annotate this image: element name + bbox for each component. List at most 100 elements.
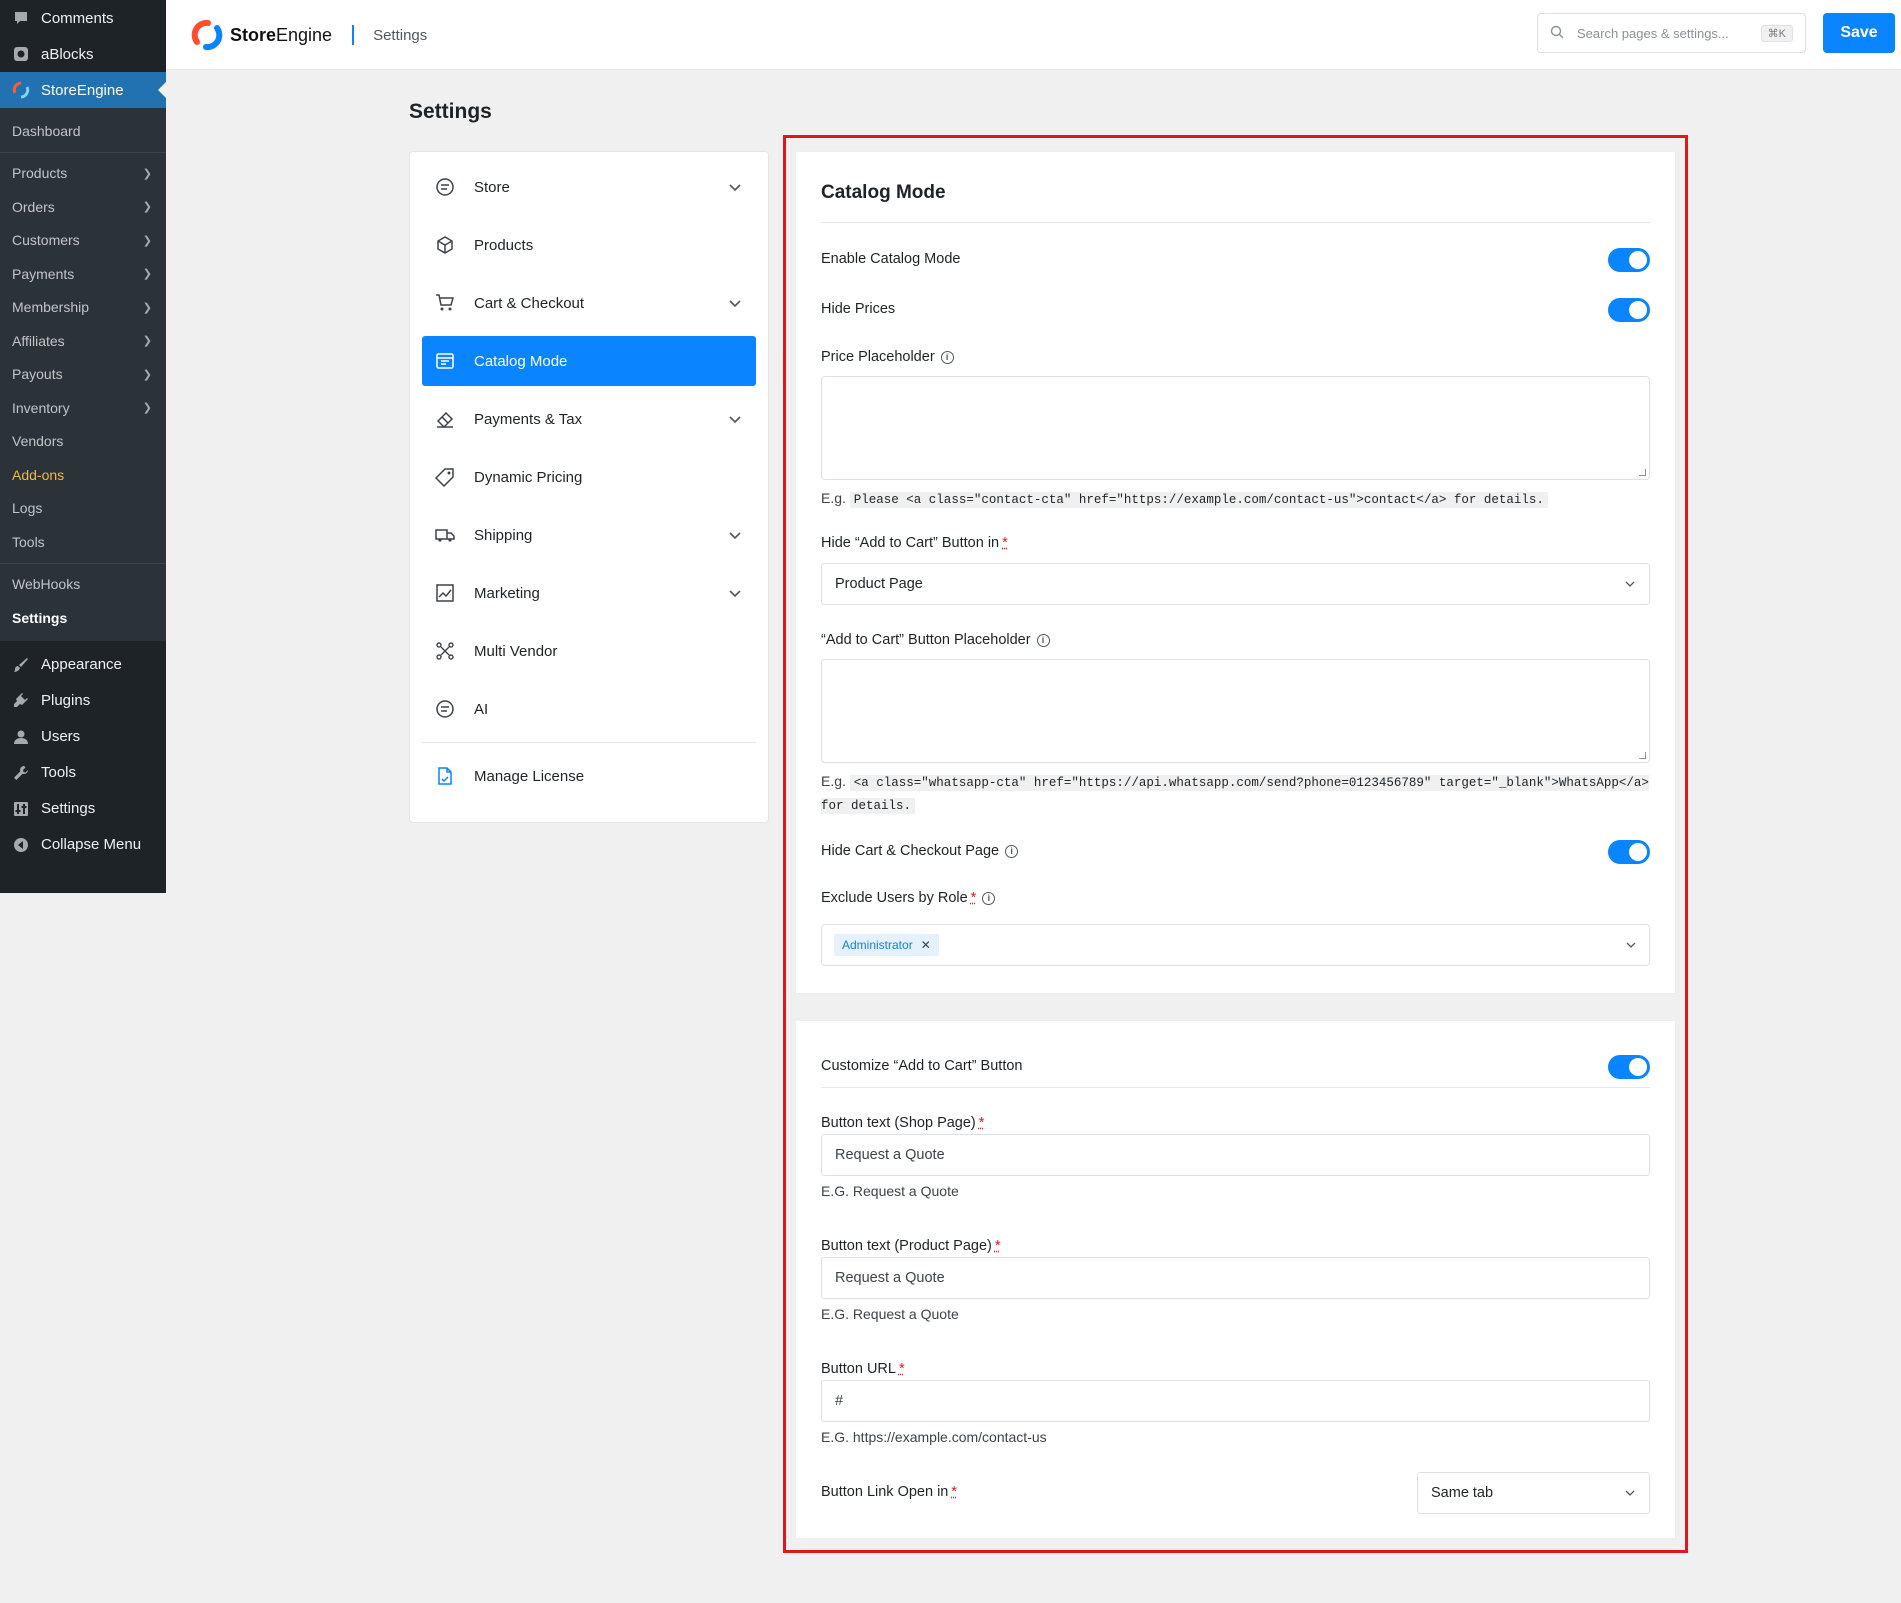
hide-cart-toggle[interactable] bbox=[1608, 840, 1650, 864]
brand-name: StoreEngine bbox=[230, 24, 333, 45]
customize-divider bbox=[821, 1087, 1650, 1088]
info-icon[interactable]: i bbox=[982, 891, 996, 905]
chevron-down-icon[interactable] bbox=[726, 178, 744, 196]
submenu-payouts[interactable]: Payouts ❯ bbox=[0, 358, 166, 392]
submenu-inventory-label: Inventory bbox=[12, 399, 70, 416]
nav-manage-license[interactable]: Manage License bbox=[422, 751, 756, 801]
menu-appearance[interactable]: Appearance bbox=[0, 647, 166, 683]
nav-store-label: Store bbox=[474, 178, 510, 196]
menu-comments-label: Comments bbox=[41, 9, 114, 27]
nav-store[interactable]: Store bbox=[422, 162, 756, 212]
atc-placeholder-textarea[interactable] bbox=[821, 659, 1650, 763]
button-url-hint: E.G. https://example.com/contact-us bbox=[821, 1429, 1047, 1445]
customize-atc-toggle[interactable] bbox=[1608, 1055, 1650, 1079]
submenu-membership[interactable]: Membership ❯ bbox=[0, 291, 166, 325]
ablocks-icon bbox=[12, 45, 30, 63]
menu-tools[interactable]: Tools bbox=[0, 755, 166, 791]
nav-products[interactable]: Products bbox=[422, 220, 756, 270]
page-title: Settings bbox=[409, 100, 492, 123]
hide-prices-toggle[interactable] bbox=[1608, 298, 1650, 322]
menu-comments[interactable]: Comments bbox=[0, 0, 166, 36]
role-tag: Administrator ✕ bbox=[834, 934, 939, 956]
chevron-down-icon[interactable] bbox=[726, 294, 744, 312]
submenu-vendors-label: Vendors bbox=[12, 433, 64, 450]
submenu-addons[interactable]: Add-ons bbox=[0, 458, 166, 492]
nav-dynamic-pricing[interactable]: Dynamic Pricing bbox=[422, 452, 756, 502]
submenu-payments[interactable]: Payments ❯ bbox=[0, 257, 166, 291]
submenu-membership-label: Membership bbox=[12, 299, 90, 316]
required-mark: * bbox=[978, 1115, 985, 1131]
save-button[interactable]: Save bbox=[1823, 13, 1895, 53]
nav-payments-tax[interactable]: Payments & Tax bbox=[422, 394, 756, 444]
store-icon bbox=[434, 176, 456, 198]
chevron-down-icon[interactable] bbox=[726, 526, 744, 544]
link-open-value: Same tab bbox=[1431, 1485, 1494, 1501]
nav-products-label: Products bbox=[474, 236, 534, 254]
exclude-users-select[interactable]: Administrator ✕ bbox=[821, 924, 1650, 966]
info-icon[interactable]: i bbox=[1005, 844, 1019, 858]
nav-shipping[interactable]: Shipping bbox=[422, 510, 756, 560]
menu-storeengine-label: StoreEngine bbox=[41, 81, 124, 99]
submenu-affiliates[interactable]: Affiliates ❯ bbox=[0, 324, 166, 358]
settings-nav: Store Products Cart & Checkout Catalog M… bbox=[409, 151, 769, 823]
hide-atc-select[interactable]: Product Page bbox=[821, 563, 1650, 605]
collapse-menu[interactable]: Collapse Menu bbox=[0, 827, 166, 863]
nav-cart-checkout[interactable]: Cart & Checkout bbox=[422, 278, 756, 328]
search-input[interactable]: Search pages & settings... ⌘K bbox=[1537, 13, 1806, 53]
breadcrumb-page: Settings bbox=[373, 26, 428, 44]
submenu-logs[interactable]: Logs bbox=[0, 492, 166, 526]
submenu-vendors[interactable]: Vendors bbox=[0, 425, 166, 459]
nav-divider bbox=[422, 742, 756, 743]
product-text-hint: E.G. Request a Quote bbox=[821, 1306, 959, 1322]
product-text-label: Button text (Product Page) * bbox=[821, 1238, 1001, 1254]
chevron-down-icon[interactable] bbox=[726, 410, 744, 428]
menu-ablocks[interactable]: aBlocks bbox=[0, 36, 166, 72]
required-mark: * bbox=[1002, 535, 1008, 551]
link-open-select[interactable]: Same tab bbox=[1417, 1472, 1650, 1514]
submenu-inventory[interactable]: Inventory ❯ bbox=[0, 391, 166, 425]
menu-storeengine[interactable]: StoreEngine bbox=[0, 72, 166, 108]
nav-ai[interactable]: AI bbox=[422, 684, 756, 734]
button-url-input[interactable]: # bbox=[821, 1380, 1650, 1422]
product-text-input[interactable]: Request a Quote bbox=[821, 1257, 1650, 1299]
submenu-settings[interactable]: Settings bbox=[0, 601, 166, 635]
info-icon[interactable]: i bbox=[1036, 633, 1050, 647]
nav-payments-tax-label: Payments & Tax bbox=[474, 410, 583, 428]
menu-plugins[interactable]: Plugins bbox=[0, 683, 166, 719]
price-placeholder-textarea[interactable] bbox=[821, 376, 1650, 480]
storeengine-icon bbox=[12, 81, 30, 99]
box-icon bbox=[434, 234, 456, 256]
menu-tools-label: Tools bbox=[41, 764, 77, 781]
nav-catalog-mode[interactable]: Catalog Mode bbox=[422, 336, 756, 386]
menu-users[interactable]: Users bbox=[0, 719, 166, 755]
submenu-customers-label: Customers bbox=[12, 232, 80, 249]
chevron-down-icon[interactable] bbox=[726, 584, 744, 602]
submenu-dashboard[interactable]: Dashboard bbox=[0, 114, 166, 148]
submenu-customers[interactable]: Customers ❯ bbox=[0, 224, 166, 258]
submenu-logs-label: Logs bbox=[12, 500, 43, 517]
remove-tag-icon[interactable]: ✕ bbox=[921, 938, 931, 952]
nav-manage-license-label: Manage License bbox=[474, 767, 585, 785]
chevron-down-icon bbox=[1625, 581, 1635, 587]
submenu-webhooks-label: WebHooks bbox=[12, 576, 81, 593]
info-icon[interactable]: i bbox=[940, 350, 954, 364]
menu-users-label: Users bbox=[41, 728, 81, 745]
storeengine-submenu: Dashboard Products ❯ Orders ❯ Customers ❯ P… bbox=[0, 108, 166, 641]
nav-marketing[interactable]: Marketing bbox=[422, 568, 756, 618]
required-mark: * bbox=[994, 1238, 1001, 1254]
enable-catalog-toggle[interactable] bbox=[1608, 248, 1650, 272]
nav-dynamic-pricing-label: Dynamic Pricing bbox=[474, 468, 583, 486]
submenu-divider bbox=[0, 562, 166, 564]
submenu-products-label: Products bbox=[12, 165, 68, 182]
shop-text-input[interactable]: Request a Quote bbox=[821, 1134, 1650, 1176]
submenu-orders[interactable]: Orders ❯ bbox=[0, 190, 166, 224]
nav-multi-vendor[interactable]: Multi Vendor bbox=[422, 626, 756, 676]
price-placeholder-label: Price Placeholder i bbox=[821, 349, 954, 365]
menu-settings[interactable]: Settings bbox=[0, 791, 166, 827]
submenu-products[interactable]: Products ❯ bbox=[0, 157, 166, 191]
customize-atc-label: Customize “Add to Cart” Button bbox=[821, 1058, 1023, 1074]
link-open-label: Button Link Open in * bbox=[821, 1484, 958, 1500]
submenu-tools[interactable]: Tools bbox=[0, 525, 166, 559]
submenu-webhooks[interactable]: WebHooks bbox=[0, 568, 166, 602]
plugin-icon bbox=[12, 692, 30, 710]
